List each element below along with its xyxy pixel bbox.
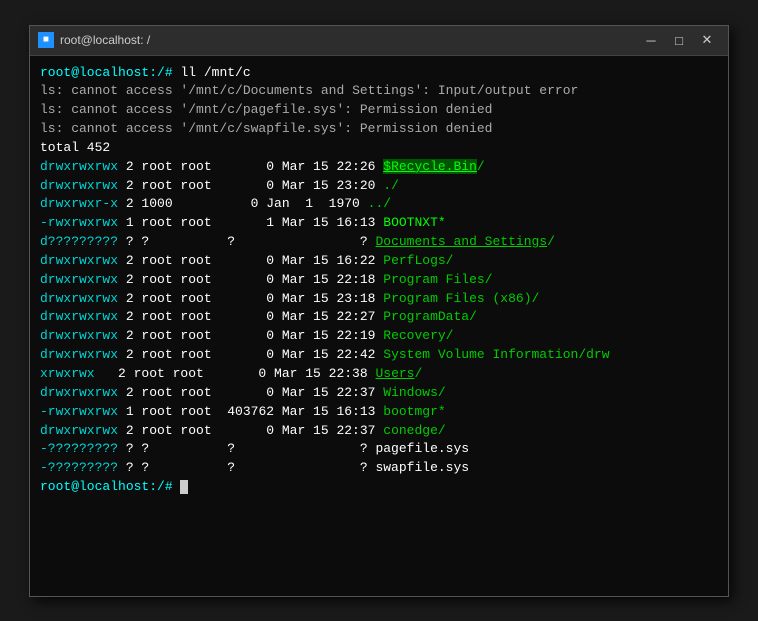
line-programfiles: drwxrwxrwx 2 root root 0 Mar 15 22:18 Pr… xyxy=(40,271,718,290)
line-recycle: drwxrwxrwx 2 root root 0 Mar 15 22:26 $R… xyxy=(40,158,718,177)
terminal-window: ■ root@localhost: / ─ □ ✕ root@localhost… xyxy=(29,25,729,597)
line-programfilesx86: drwxrwxrwx 2 root root 0 Mar 15 23:18 Pr… xyxy=(40,290,718,309)
line-dot: drwxrwxrwx 2 root root 0 Mar 15 23:20 ./ xyxy=(40,177,718,196)
line-recovery: drwxrwxrwx 2 root root 0 Mar 15 22:19 Re… xyxy=(40,327,718,346)
line-perflogs: drwxrwxrwx 2 root root 0 Mar 15 16:22 Pe… xyxy=(40,252,718,271)
maximize-button[interactable]: □ xyxy=(666,30,692,50)
cursor xyxy=(180,480,188,494)
line-error-1: ls: cannot access '/mnt/c/Documents and … xyxy=(40,82,718,101)
line-final-prompt: root@localhost:/# xyxy=(40,478,718,497)
close-button[interactable]: ✕ xyxy=(694,30,720,50)
line-swapfile: -????????? ? ? ? ? swapfile.sys xyxy=(40,459,718,478)
line-users: xrwxrwx 2 root root 0 Mar 15 22:38 Users… xyxy=(40,365,718,384)
line-pagefile: -????????? ? ? ? ? pagefile.sys xyxy=(40,440,718,459)
line-conedge: drwxrwxrwx 2 root root 0 Mar 15 22:37 co… xyxy=(40,422,718,441)
line-bootnxt: -rwxrwxrwx 1 root root 1 Mar 15 16:13 BO… xyxy=(40,214,718,233)
titlebar: ■ root@localhost: / ─ □ ✕ xyxy=(30,26,728,56)
line-programdata: drwxrwxrwx 2 root root 0 Mar 15 22:27 Pr… xyxy=(40,308,718,327)
line-sysvolinfo: drwxrwxrwx 2 root root 0 Mar 15 22:42 Sy… xyxy=(40,346,718,365)
line-error-2: ls: cannot access '/mnt/c/pagefile.sys':… xyxy=(40,101,718,120)
line-bootmgr: -rwxrwxrwx 1 root root 403762 Mar 15 16:… xyxy=(40,403,718,422)
line-total: total 452 xyxy=(40,139,718,158)
line-windows: drwxrwxrwx 2 root root 0 Mar 15 22:37 Wi… xyxy=(40,384,718,403)
window-title: root@localhost: / xyxy=(60,33,638,47)
terminal-body[interactable]: root@localhost:/# ll /mnt/c ls: cannot a… xyxy=(30,56,728,596)
line-prompt: root@localhost:/# ll /mnt/c xyxy=(40,64,718,83)
window-controls: ─ □ ✕ xyxy=(638,30,720,50)
line-error-3: ls: cannot access '/mnt/c/swapfile.sys':… xyxy=(40,120,718,139)
line-dotdot: drwxrwxr-x 2 1000 0 Jan 1 1970 ../ xyxy=(40,195,718,214)
window-icon: ■ xyxy=(38,32,54,48)
minimize-button[interactable]: ─ xyxy=(638,30,664,50)
line-documents: d????????? ? ? ? ? Documents and Setting… xyxy=(40,233,718,252)
